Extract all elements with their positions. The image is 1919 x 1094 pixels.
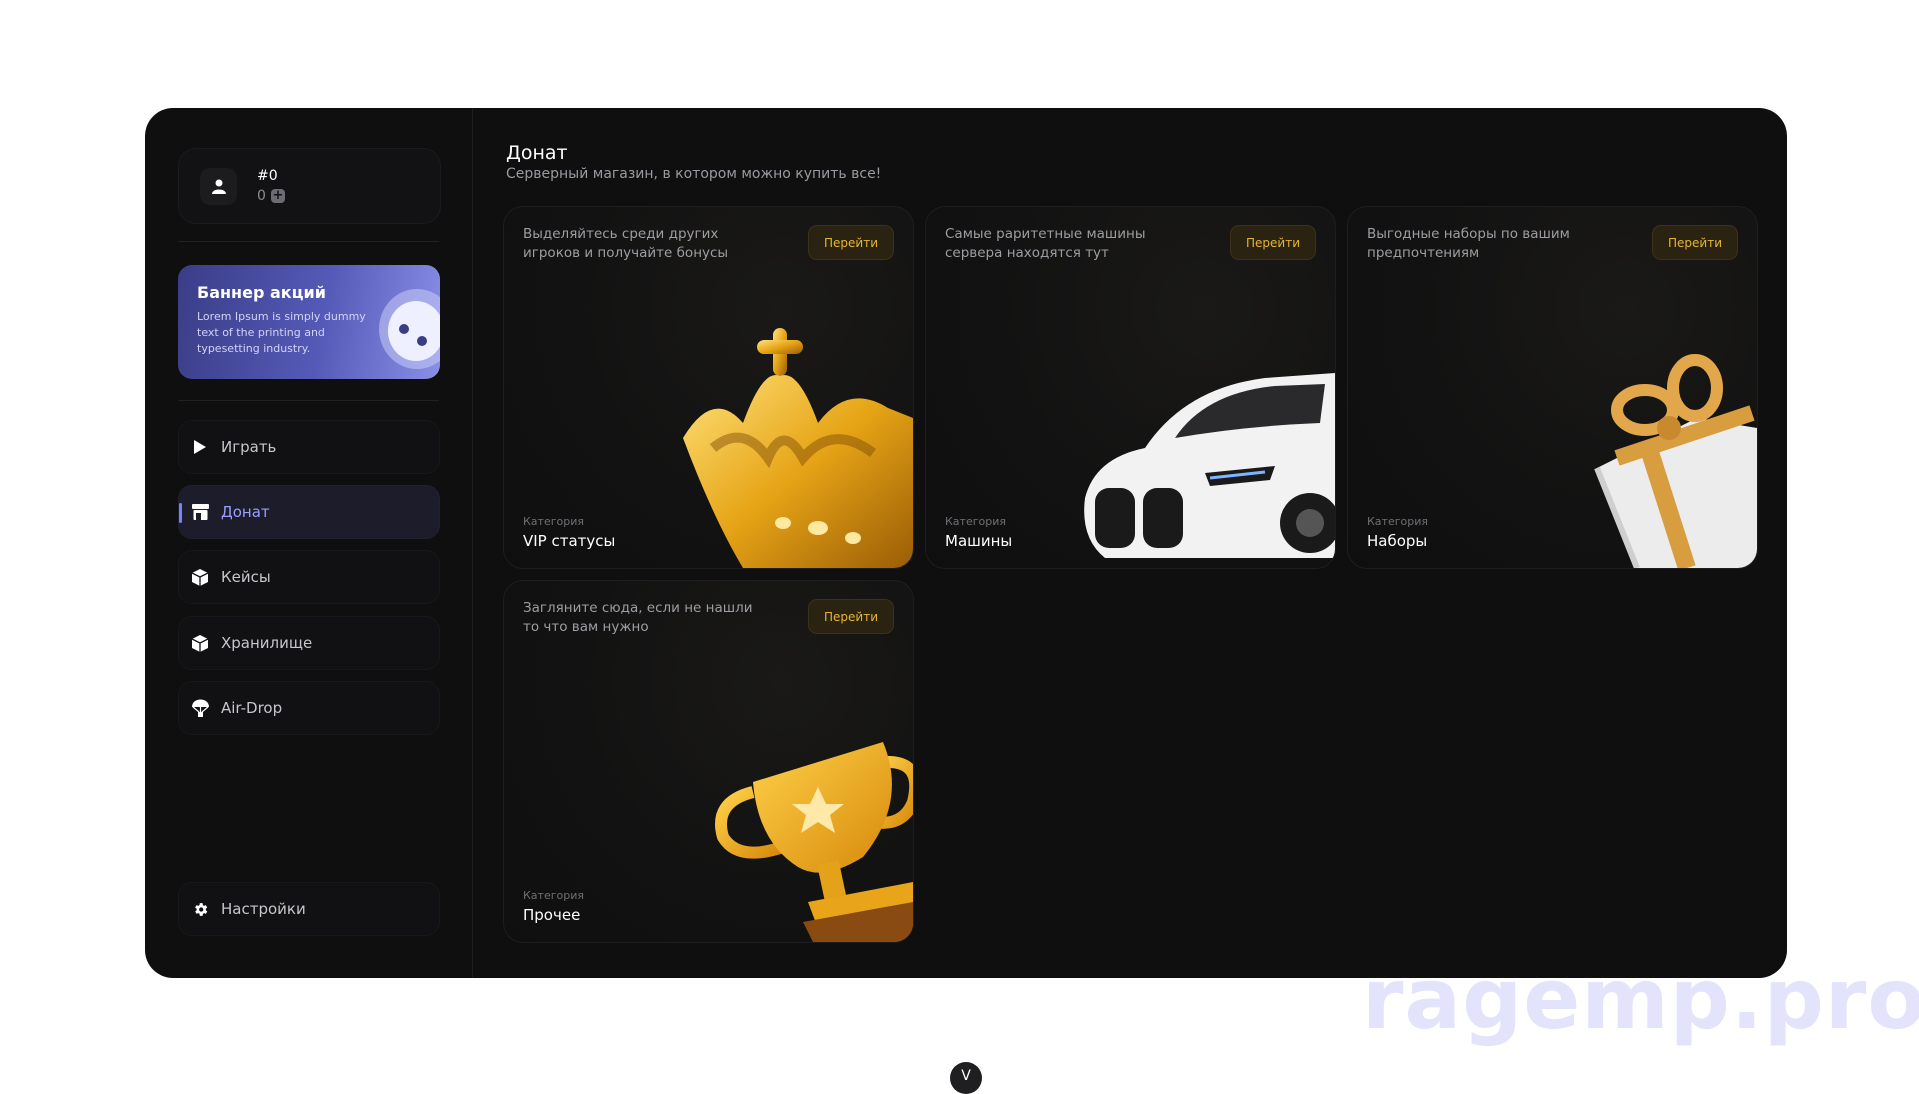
crown-icon xyxy=(683,328,913,568)
page-title: Донат xyxy=(506,142,568,164)
card-category-label: Категория xyxy=(523,889,584,902)
go-button[interactable]: Перейти xyxy=(808,599,894,634)
go-button[interactable]: Перейти xyxy=(808,225,894,260)
card-description: Выгодные наборы по вашим предпочтениям xyxy=(1367,226,1570,261)
category-card-vip[interactable]: Выделяйтесь среди других игроков и получ… xyxy=(503,206,914,569)
app-window: #0 0 + Баннер акций Lorem Ipsum is simpl… xyxy=(145,108,1787,978)
card-category-name: Машины xyxy=(945,532,1013,550)
divider xyxy=(178,400,439,401)
chevron-down-icon[interactable]: V xyxy=(950,1062,982,1094)
sidebar: #0 0 + Баннер акций Lorem Ipsum is simpl… xyxy=(145,108,473,978)
gift-icon xyxy=(1594,354,1757,568)
card-description: Загляните сюда, если не нашли то что вам… xyxy=(523,600,753,635)
nav-label: Играть xyxy=(221,438,277,456)
nav-item-donate[interactable]: Донат xyxy=(178,485,440,539)
car-icon xyxy=(1084,373,1335,558)
card-description: Самые раритетные машины сервера находятс… xyxy=(945,226,1146,261)
watermark: ragemp.pro xyxy=(1362,950,1919,1048)
balance-value: 0 xyxy=(257,188,266,204)
add-balance-icon[interactable]: + xyxy=(270,189,285,203)
nav-label: Донат xyxy=(221,503,270,521)
card-category-name: Наборы xyxy=(1367,532,1428,550)
profile-card[interactable]: #0 0 + xyxy=(178,148,441,224)
balance: 0 + xyxy=(257,188,285,204)
go-button[interactable]: Перейти xyxy=(1652,225,1738,260)
nav-label: Хранилище xyxy=(221,634,313,652)
nav-item-cases[interactable]: Кейсы xyxy=(178,550,440,604)
card-category-label: Категория xyxy=(1367,515,1428,528)
category-card-other[interactable]: Загляните сюда, если не нашли то что вам… xyxy=(503,580,914,943)
card-category-name: VIP статусы xyxy=(523,532,616,550)
card-category-label: Категория xyxy=(523,515,584,528)
page-subtitle: Серверный магазин, в котором можно купит… xyxy=(506,166,882,182)
divider xyxy=(178,241,439,242)
nav-item-airdrop[interactable]: Air-Drop xyxy=(178,681,440,735)
nav-item-storage[interactable]: Хранилище xyxy=(178,616,440,670)
box-icon xyxy=(191,568,209,586)
nav-label: Кейсы xyxy=(221,568,271,586)
nav-label: Настройки xyxy=(221,900,306,918)
nav-label: Air-Drop xyxy=(221,699,283,717)
box-icon xyxy=(191,634,209,652)
user-icon xyxy=(200,168,237,205)
nav-item-play[interactable]: Играть xyxy=(178,420,440,474)
nav-item-settings[interactable]: Настройки xyxy=(178,882,440,936)
banner-title: Баннер акций xyxy=(197,283,326,302)
parachute-icon xyxy=(191,699,209,717)
trophy-icon xyxy=(715,742,913,942)
category-card-sets[interactable]: Выгодные наборы по вашим предпочтениям П… xyxy=(1347,206,1758,569)
card-category-label: Категория xyxy=(945,515,1006,528)
banner-text: Lorem Ipsum is simply dummy text of the … xyxy=(197,310,366,355)
category-card-cars[interactable]: Самые раритетные машины сервера находятс… xyxy=(925,206,1336,569)
go-button[interactable]: Перейти xyxy=(1230,225,1316,260)
promo-banner[interactable]: Баннер акций Lorem Ipsum is simply dummy… xyxy=(178,265,440,379)
store-icon xyxy=(191,503,209,521)
play-icon xyxy=(191,438,209,456)
card-category-name: Прочее xyxy=(523,906,581,924)
gear-icon xyxy=(191,900,209,918)
card-description: Выделяйтесь среди других игроков и получ… xyxy=(523,226,729,261)
player-id: #0 xyxy=(257,168,278,184)
mascot-icon xyxy=(379,289,440,369)
